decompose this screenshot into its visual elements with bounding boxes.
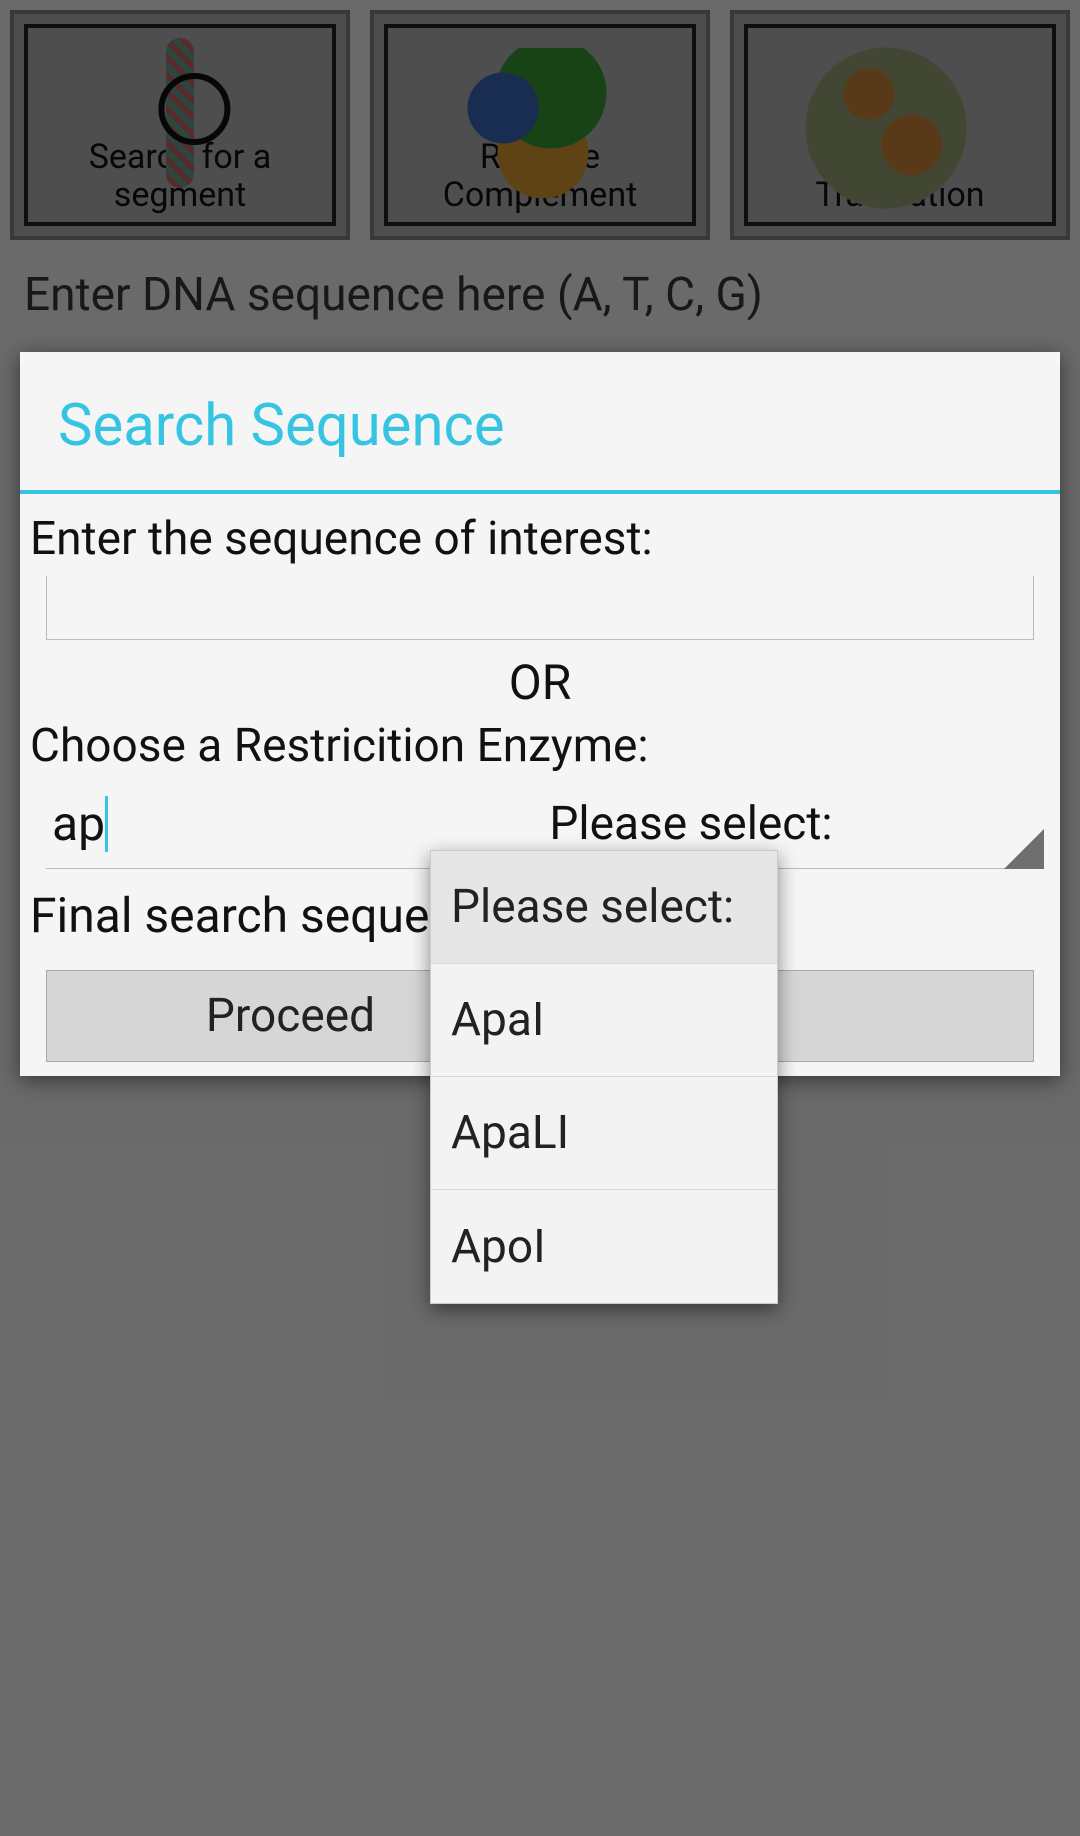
- enzyme-dropdown: Please select: ApaI ApaLI ApoI: [430, 850, 778, 1304]
- dropdown-caret-icon: [1004, 829, 1044, 869]
- text-caret: [105, 796, 108, 852]
- sequence-input-label: Enter the sequence of interest:: [30, 504, 1050, 566]
- or-separator: OR: [30, 640, 1050, 711]
- dropdown-item-placeholder[interactable]: Please select:: [431, 851, 777, 964]
- dropdown-item-apali[interactable]: ApaLI: [431, 1077, 777, 1190]
- dropdown-item-apoi[interactable]: ApoI: [431, 1190, 777, 1303]
- enzyme-filter-value: ap: [52, 795, 105, 852]
- dialog-title: Search Sequence: [20, 352, 1060, 490]
- sequence-input[interactable]: [46, 576, 1034, 640]
- enzyme-label: Choose a Restricition Enzyme:: [30, 711, 1050, 773]
- dropdown-item-apai[interactable]: ApaI: [431, 964, 777, 1077]
